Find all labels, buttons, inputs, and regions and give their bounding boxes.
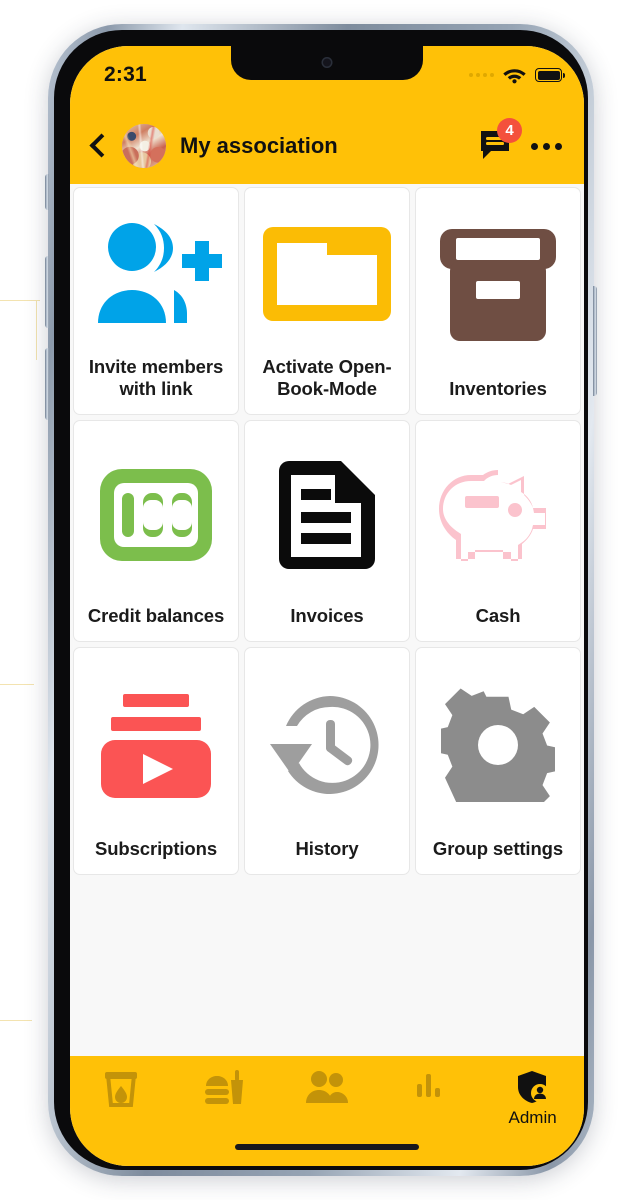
tile-group-settings[interactable]: Group settings [415,647,581,875]
tile-label: Group settings [432,838,564,860]
open-folder-icon [251,200,403,347]
app-header: My association 4 [70,108,584,184]
tile-label: Inventories [449,378,547,400]
subscriptions-play-icon [80,660,232,829]
guide-line-bottom [0,1020,32,1021]
status-bar: 2:31 [70,46,584,108]
avatar[interactable] [122,124,166,168]
cellular-dots-icon [469,73,494,77]
tile-open-book-mode[interactable]: Activate Open-Book-Mode [244,187,410,415]
nav-item-members[interactable] [276,1070,379,1108]
status-badge: 4 [497,118,522,143]
archive-box-icon [422,200,574,369]
power-button[interactable] [593,286,597,396]
silence-switch[interactable] [45,174,49,210]
tile-label: Invite members with link [88,355,224,400]
people-group-icon [305,1071,348,1103]
display-notch [231,46,423,80]
action-grid: Invite members with link Activate Open-B… [73,187,581,875]
tile-credit-balances[interactable]: Credit balances [73,420,239,642]
status-indicators [469,66,565,84]
nav-item-admin[interactable]: Admin [481,1070,584,1128]
tile-subscriptions[interactable]: Subscriptions [73,647,239,875]
chat-bubble-icon[interactable]: 4 [479,118,522,163]
tile-label: History [295,838,359,860]
phone-bezel: 2:31 My association 4 Invite members wit… [54,30,588,1170]
tile-invite-members[interactable]: Invite members with link [73,187,239,415]
tile-label: Invoices [290,605,364,627]
tile-label: Credit balances [87,605,225,627]
volume-up-button[interactable] [45,256,49,328]
nav-label: Admin [508,1108,557,1127]
phone-frame: 2:31 My association 4 Invite members wit… [45,24,597,1176]
tile-inventories[interactable]: Inventories [415,187,581,415]
bar-chart-icon [416,1074,440,1097]
battery-full-icon [535,68,565,82]
nav-item-food[interactable] [173,1070,276,1112]
shield-person-icon [517,1071,549,1103]
tile-label: Cash [475,605,521,627]
wifi-icon [503,69,526,84]
fast-food-icon [205,1070,244,1104]
tile-label: Activate Open-Book-Mode [262,355,392,400]
home-indicator[interactable] [235,1144,419,1150]
drink-glass-icon [105,1072,138,1107]
guide-line-top [0,300,40,301]
document-lines-icon [251,433,403,596]
tile-invoices[interactable]: Invoices [244,420,410,642]
phone-screen: 2:31 My association 4 Invite members wit… [70,46,584,1166]
volume-down-button[interactable] [45,348,49,420]
gear-icon [422,660,574,829]
guide-line-vert [36,300,37,360]
status-clock: 2:31 [104,63,147,86]
tile-cash[interactable]: Cash [415,420,581,642]
page-title: My association [180,133,338,158]
main-content: Invite members with link Activate Open-B… [70,184,584,1056]
history-clock-icon [251,660,403,829]
bottom-navigation: Admin [70,1056,584,1166]
hundred-credits-icon [80,433,232,596]
more-options-icon[interactable] [529,137,564,156]
front-camera-icon [321,57,333,68]
add-person-icon [80,200,232,347]
tile-label: Subscriptions [94,838,218,860]
piggy-bank-icon [422,433,574,596]
nav-item-statistics[interactable] [378,1070,481,1102]
nav-item-drinks[interactable] [70,1070,173,1112]
guide-line-mid [0,684,34,685]
chevron-left-icon[interactable] [86,126,114,166]
tile-history[interactable]: History [244,647,410,875]
